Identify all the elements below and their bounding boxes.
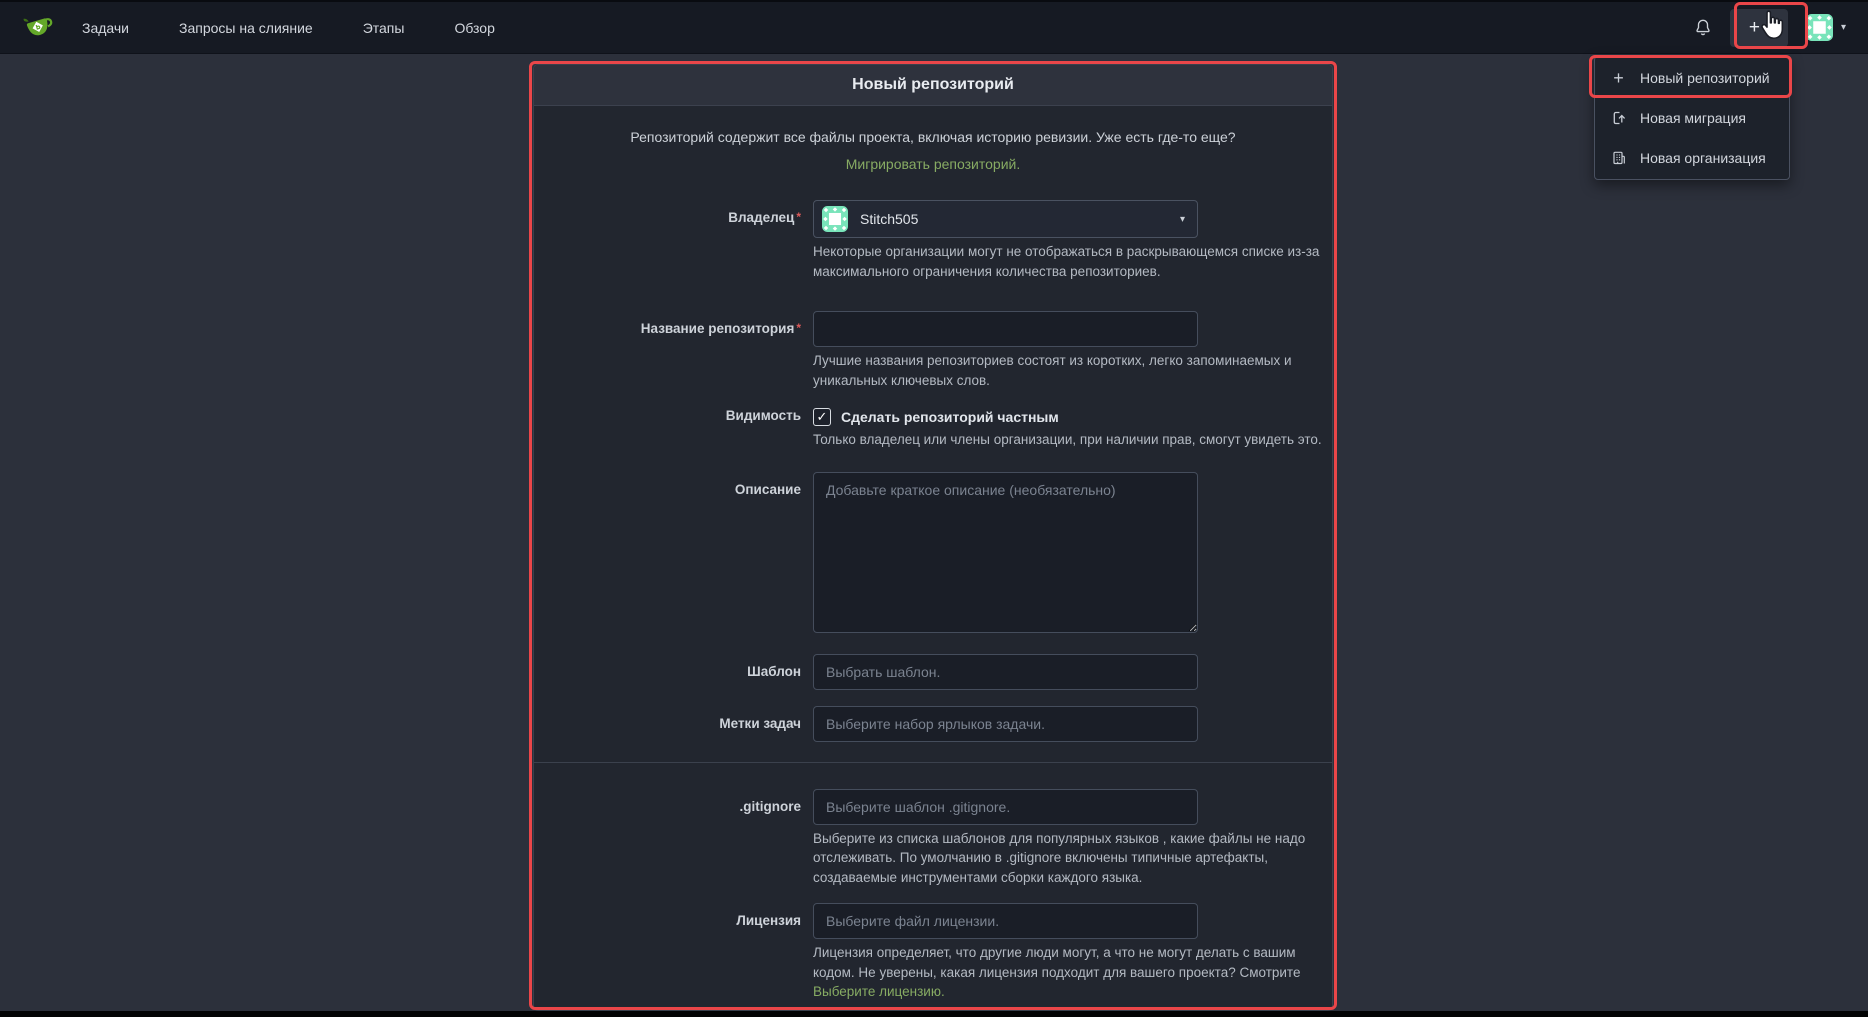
license-input[interactable] (813, 903, 1198, 939)
menu-item-new-repository[interactable]: + Новый репозиторий (1595, 58, 1789, 98)
issue-labels-input[interactable] (813, 706, 1198, 742)
owner-label: Владелец* (534, 200, 801, 225)
field-gitignore: .gitignore Выберите из списка шаблонов д… (534, 789, 1332, 888)
bell-icon (1694, 18, 1712, 37)
field-template: Шаблон (534, 654, 1332, 690)
menu-item-label: Новая организация (1640, 150, 1766, 166)
owner-avatar (822, 206, 848, 232)
create-new-dropdown: + Новый репозиторий Новая миграция Новая… (1594, 56, 1790, 180)
migrate-repository-link[interactable]: Мигрировать репозиторий. (846, 156, 1021, 172)
gitea-logo-icon[interactable] (22, 11, 56, 45)
nav-item-milestones[interactable]: Этапы (363, 20, 405, 36)
chevron-down-icon: ▾ (1841, 22, 1846, 33)
nav-item-explore[interactable]: Обзор (454, 20, 494, 36)
owner-value: Stitch505 (860, 211, 918, 227)
panel-header: Новый репозиторий (534, 65, 1332, 106)
choose-license-link[interactable]: Выберите лицензию. (813, 984, 945, 999)
owner-help-text: Некоторые организации могут не отображат… (813, 242, 1325, 281)
description-label: Описание (534, 472, 801, 497)
private-checkbox-label[interactable]: Сделать репозиторий частным (841, 409, 1059, 425)
plus-icon: + (1610, 69, 1627, 87)
menu-item-label: Новый репозиторий (1640, 70, 1770, 86)
menu-item-label: Новая миграция (1640, 110, 1746, 126)
migration-icon (1610, 110, 1627, 126)
page-title: Новый репозиторий (852, 76, 1014, 94)
gitignore-input[interactable] (813, 789, 1198, 825)
repo-name-input[interactable] (813, 311, 1198, 347)
field-description: Описание (534, 472, 1332, 636)
nav-item-issues[interactable]: Задачи (82, 20, 129, 36)
menu-item-new-organization[interactable]: Новая организация (1595, 138, 1789, 178)
bottom-edge-strip (0, 1011, 1868, 1017)
visibility-help-text: Только владелец или члены организации, п… (813, 430, 1325, 450)
create-new-button[interactable]: + ▾ (1730, 9, 1788, 47)
nav-item-pull-requests[interactable]: Запросы на слияние (179, 20, 313, 36)
visibility-label: Видимость (534, 404, 801, 423)
field-visibility: Видимость ✓ Сделать репозиторий частным … (534, 404, 1332, 450)
plus-icon: + (1749, 18, 1760, 37)
private-checkbox[interactable]: ✓ (813, 408, 831, 426)
chevron-down-icon: ▾ (1180, 214, 1185, 225)
navbar-right: + ▾ ▾ (1694, 9, 1852, 47)
top-navbar: Задачи Запросы на слияние Этапы Обзор + … (0, 0, 1868, 54)
repo-name-help-text: Лучшие названия репозиториев состоят из … (813, 351, 1325, 390)
intro-sentence: Репозиторий содержит все файлы проекта, … (630, 129, 1235, 145)
notifications-button[interactable] (1694, 18, 1712, 37)
required-asterisk: * (796, 321, 801, 335)
gitignore-help-text: Выберите из списка шаблонов для популярн… (813, 829, 1325, 888)
field-repo-name: Название репозитория* Лучшие названия ре… (534, 311, 1332, 390)
description-textarea[interactable] (813, 472, 1198, 633)
license-help-sentence: Лицензия определяет, что другие люди мог… (813, 945, 1300, 980)
template-input[interactable] (813, 654, 1198, 690)
gitignore-label: .gitignore (534, 789, 801, 814)
organization-icon (1610, 150, 1627, 166)
new-repository-panel: Новый репозиторий Репозиторий содержит в… (533, 64, 1333, 1011)
issue-labels-label: Метки задач (534, 706, 801, 731)
license-label: Лицензия (534, 903, 801, 928)
intro-text: Репозиторий содержит все файлы проекта, … (613, 124, 1253, 178)
checkmark-icon: ✓ (817, 409, 828, 425)
field-issue-labels: Метки задач (534, 706, 1332, 742)
section-divider (534, 762, 1332, 763)
chevron-down-icon: ▾ (1764, 22, 1769, 33)
field-owner: Владелец* (534, 200, 1332, 281)
panel-body: Репозиторий содержит все файлы проекта, … (534, 106, 1332, 1002)
field-license: Лицензия Лицензия определяет, что другие… (534, 903, 1332, 1002)
repo-name-label: Название репозитория* (534, 311, 801, 336)
main-nav: Задачи Запросы на слияние Этапы Обзор (82, 20, 495, 36)
menu-item-new-migration[interactable]: Новая миграция (1595, 98, 1789, 138)
template-label: Шаблон (534, 654, 801, 679)
license-help-text: Лицензия определяет, что другие люди мог… (813, 943, 1325, 1002)
required-asterisk: * (796, 210, 801, 224)
user-avatar (1806, 14, 1833, 41)
owner-select[interactable]: Stitch505 ▾ (813, 200, 1198, 238)
user-avatar-button[interactable]: ▾ (1806, 14, 1846, 41)
